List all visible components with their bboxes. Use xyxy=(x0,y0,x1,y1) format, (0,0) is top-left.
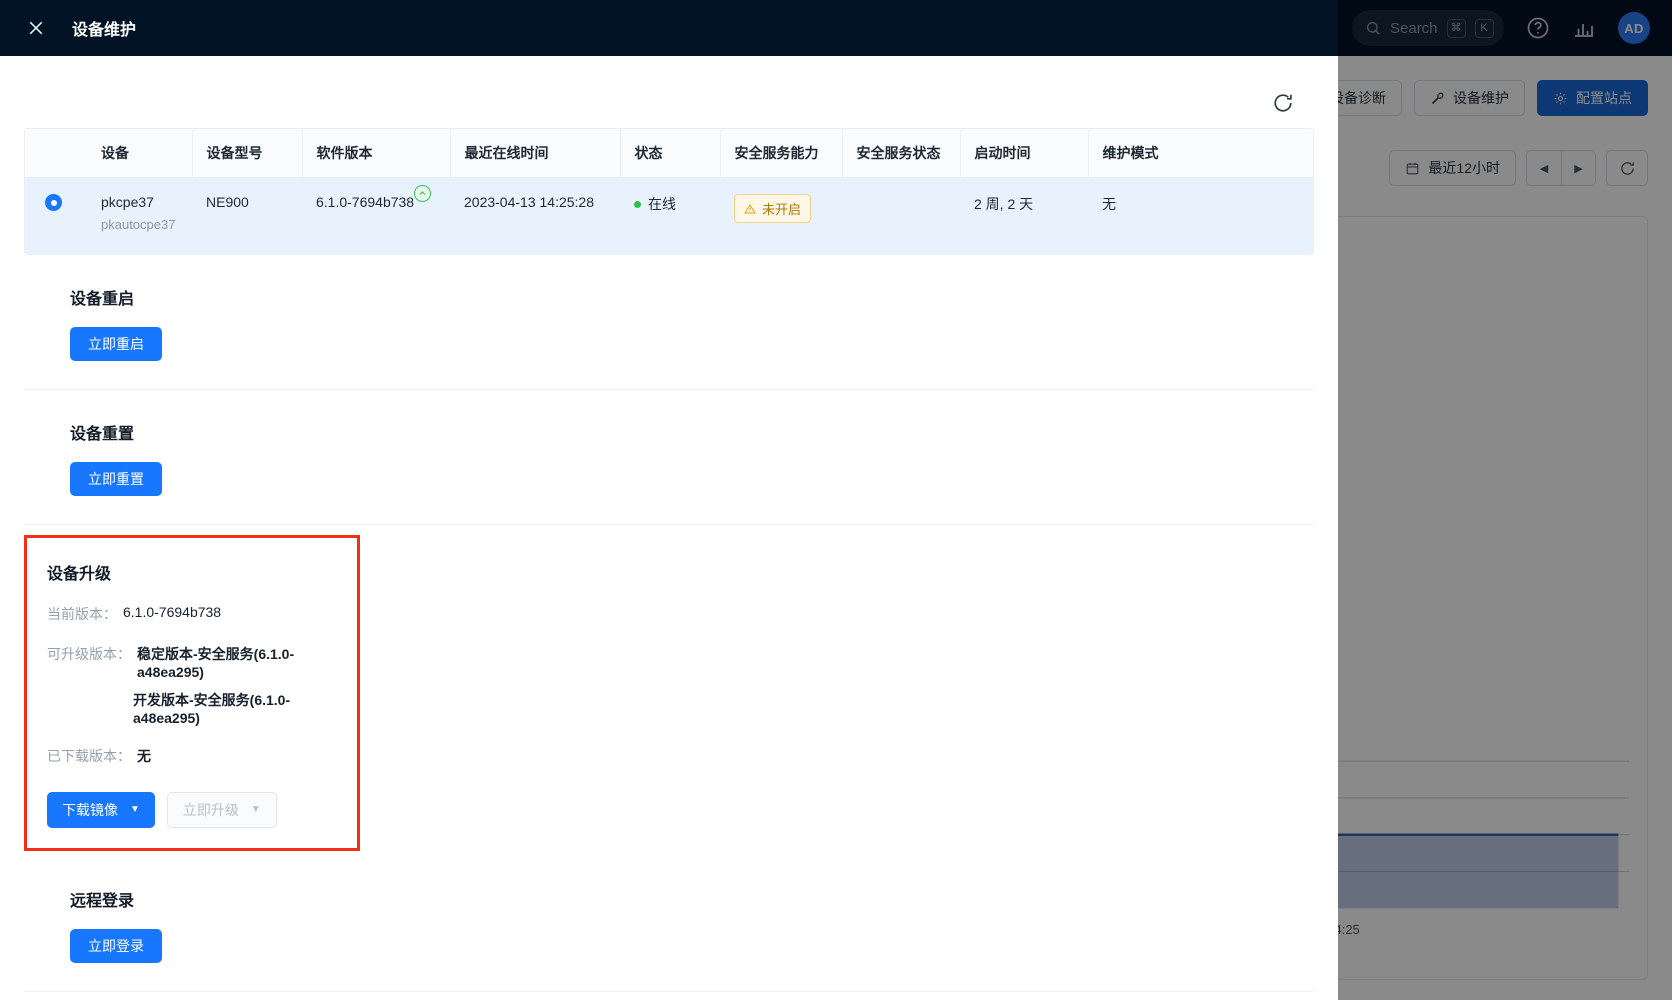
upgradable-version-row: 可升级版本： 稳定版本-安全服务(6.1.0-a48ea295) xyxy=(47,644,337,680)
row-radio-button[interactable] xyxy=(45,194,62,211)
device-maintenance-drawer: 设备维护 设备 设备型号 软件版本 最近在线时间 状态 安全服务能力 安全服务状… xyxy=(0,0,1338,1000)
upgradable-version-value-stable: 稳定版本-安全服务(6.1.0-a48ea295) xyxy=(137,646,295,680)
drawer-body: 设备 设备型号 软件版本 最近在线时间 状态 安全服务能力 安全服务状态 启动时… xyxy=(0,56,1338,1000)
status-text: 在线 xyxy=(648,196,676,212)
section-title: 远程登录 xyxy=(70,893,135,910)
drawer-refresh-row xyxy=(0,56,1338,128)
device-alias: pkautocpe37 xyxy=(101,217,176,232)
current-version-label: 当前版本： xyxy=(47,606,117,622)
download-image-button[interactable]: 下载镜像 ▼ xyxy=(47,792,155,828)
cell-maintenance-mode: 无 xyxy=(1088,177,1313,254)
table-header-device: 设备 xyxy=(87,129,192,178)
section-remote-login: 远程登录 立即登录 xyxy=(24,851,1314,992)
downloaded-version-label: 已下载版本： xyxy=(47,748,131,764)
upgradable-version-value-dev: 开发版本-安全服务(6.1.0-a48ea295) xyxy=(133,692,291,726)
table-header-security-capability: 安全服务能力 xyxy=(719,129,842,178)
table-header-software-version: 软件版本 xyxy=(301,129,450,178)
cell-device: pkcpe37 pkautocpe37 xyxy=(87,177,192,254)
table-row[interactable]: pkcpe37 pkautocpe37 NE900 6.1.0-7694b738 xyxy=(25,177,1313,254)
upgrade-now-button[interactable]: 立即升级 ▼ xyxy=(166,792,277,828)
chevron-down-icon: ▼ xyxy=(250,804,261,815)
row-radio-inner xyxy=(50,199,57,206)
download-image-label: 下载镜像 xyxy=(62,802,118,818)
warning-triangle-icon xyxy=(744,203,756,213)
table-header-model: 设备型号 xyxy=(191,129,302,178)
cell-software-version: 6.1.0-7694b738 xyxy=(302,177,450,254)
table-header-security-status: 安全服务状态 xyxy=(841,129,960,178)
drawer-header: 设备维护 xyxy=(0,0,1338,56)
cell-model: NE900 xyxy=(192,177,302,254)
section-device-upgrade: 设备升级 当前版本： 6.1.0-7694b738 可升级版本： 稳定版本-安全… xyxy=(24,535,360,851)
table-header-uptime: 启动时间 xyxy=(959,129,1088,178)
downloaded-version-value: 无 xyxy=(137,748,151,764)
cell-status: 在线 xyxy=(620,177,720,254)
section-device-reset: 设备重置 立即重置 xyxy=(24,390,1314,525)
device-name: pkcpe37 xyxy=(101,194,154,210)
status-badge: 未开启 xyxy=(734,194,812,223)
table-header-row: 设备 设备型号 软件版本 最近在线时间 状态 安全服务能力 安全服务状态 启动时… xyxy=(25,129,1313,178)
cell-security-status xyxy=(842,177,960,254)
table-header-select xyxy=(25,129,87,178)
reboot-now-button[interactable]: 立即重启 xyxy=(70,327,162,361)
page-title: 设备维护 xyxy=(72,22,137,39)
cell-uptime: 2 周, 2 天 xyxy=(960,177,1088,254)
close-icon[interactable] xyxy=(26,18,46,38)
downloaded-version-row: 已下载版本： 无 xyxy=(47,746,337,766)
refresh-icon[interactable] xyxy=(1272,92,1294,114)
upgradable-version-label: 可升级版本： xyxy=(47,646,131,662)
section-title: 设备升级 xyxy=(47,566,112,583)
section-device-upgrade-wrapper: 设备升级 当前版本： 6.1.0-7694b738 可升级版本： 稳定版本-安全… xyxy=(24,535,1338,851)
section-title: 设备重置 xyxy=(70,426,135,443)
current-version-row: 当前版本： 6.1.0-7694b738 xyxy=(47,604,337,624)
section-title: 设备重启 xyxy=(70,291,135,308)
remote-login-button[interactable]: 立即登录 xyxy=(70,929,162,963)
upgrade-button-group: 下载镜像 ▼ 立即升级 ▼ xyxy=(47,792,337,828)
upgrade-available-icon xyxy=(414,185,432,202)
table-header-status: 状态 xyxy=(619,129,720,178)
software-version-text: 6.1.0-7694b738 xyxy=(316,194,415,210)
device-table: 设备 设备型号 软件版本 最近在线时间 状态 安全服务能力 安全服务状态 启动时… xyxy=(24,128,1314,255)
status-dot-icon xyxy=(634,200,641,208)
row-select-cell[interactable] xyxy=(25,177,87,254)
status-badge-label: 未开启 xyxy=(762,202,802,217)
table-header-maintenance-mode: 维护模式 xyxy=(1087,129,1313,178)
cell-last-online: 2023-04-13 14:25:28 xyxy=(450,177,620,254)
upgrade-now-label: 立即升级 xyxy=(182,802,239,818)
section-device-reboot: 设备重启 立即重启 xyxy=(24,255,1314,390)
table-header-last-online: 最近在线时间 xyxy=(449,129,620,178)
cell-security-capability: 未开启 xyxy=(720,177,842,254)
reset-now-button[interactable]: 立即重置 xyxy=(70,462,162,496)
section-maintenance-mode: 维护模式 xyxy=(24,992,1314,1000)
chevron-down-icon: ▼ xyxy=(130,804,140,815)
current-version-value: 6.1.0-7694b738 xyxy=(123,604,222,620)
